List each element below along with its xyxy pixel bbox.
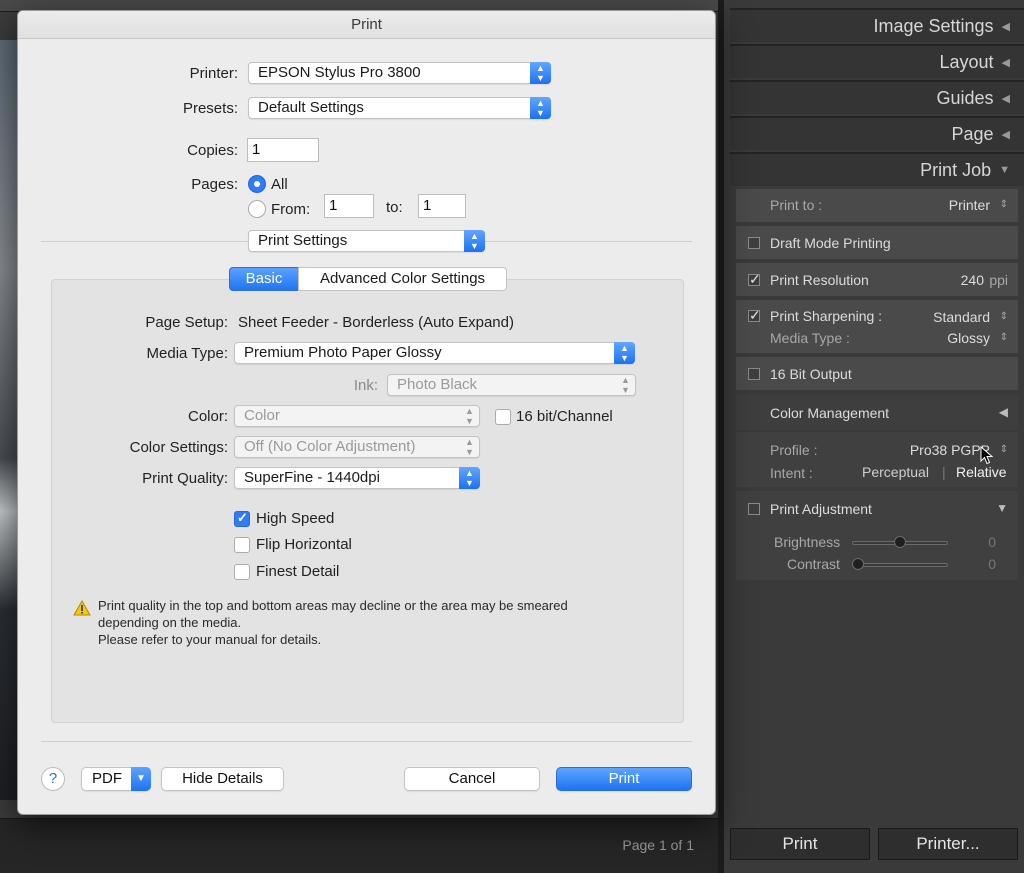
panel-select[interactable]: Print Settings ▲ ▼ xyxy=(248,230,485,252)
print-adjustment-checkbox[interactable] xyxy=(748,503,760,515)
stepper-icon: ▲ ▼ xyxy=(465,437,474,457)
print-sharpening-row[interactable]: Print Sharpening : Standard ⇕ Media Type… xyxy=(736,299,1018,353)
stepper-icon: ▲ ▼ xyxy=(464,230,485,252)
section-guides[interactable]: Guides ◀ xyxy=(730,80,1024,114)
dialog-title: Print xyxy=(18,11,715,39)
stepper-icon: ⇕ xyxy=(999,311,1008,322)
pages-all-radio[interactable] xyxy=(248,175,266,193)
mouse-cursor-icon xyxy=(980,446,994,465)
pdf-button[interactable]: PDF ▼ xyxy=(81,767,151,791)
stepper-icon: ▲ ▼ xyxy=(530,97,551,119)
stepper-icon: ▲ ▼ xyxy=(465,406,474,426)
collapse-left-icon: ◀ xyxy=(1001,20,1010,33)
bottom-toolbar: Page 1 of 1 xyxy=(0,818,718,873)
presets-select[interactable]: Default Settings ▲ ▼ xyxy=(248,97,551,119)
stepper-icon: ▲ ▼ xyxy=(614,342,635,364)
copies-field[interactable]: 1 xyxy=(247,138,319,162)
print-adjustment-row: Print Adjustment ▼ Brightness 0 Contrast… xyxy=(736,490,1018,580)
right-panel: Image Settings ◀ Layout ◀ Guides ◀ Page ◀ Pr… xyxy=(718,0,1024,873)
resolution-value[interactable]: 240 xyxy=(961,272,984,288)
tab-basic[interactable]: Basic xyxy=(229,267,299,291)
print-resolution-row[interactable]: Print Resolution 240 ppi xyxy=(736,262,1018,296)
bit-output-row[interactable]: 16 Bit Output xyxy=(736,356,1018,390)
stepper-icon: ⇕ xyxy=(999,444,1008,455)
section-layout[interactable]: Layout ◀ xyxy=(730,44,1024,78)
color-settings-select[interactable]: Off (No Color Adjustment) ▲ ▼ xyxy=(234,436,480,458)
print-button[interactable]: Print xyxy=(556,767,692,791)
expand-down-icon: ▼ xyxy=(999,164,1010,176)
pages-from-field[interactable]: 1 xyxy=(324,194,374,218)
contrast-slider-thumb[interactable] xyxy=(852,558,864,570)
high-speed-checkbox[interactable] xyxy=(234,510,250,527)
color-management-header[interactable]: Color Management ◀ xyxy=(736,394,1018,430)
stepper-icon: ▲ ▼ xyxy=(621,375,630,395)
cancel-button[interactable]: Cancel xyxy=(404,767,540,791)
stepper-icon: ⇕ xyxy=(999,199,1008,210)
tab-advanced-color-settings[interactable]: Advanced Color Settings xyxy=(298,267,507,291)
stepper-icon: ⇕ xyxy=(999,332,1008,343)
printer-select[interactable]: EPSON Stylus Pro 3800 ▲ ▼ xyxy=(248,62,551,84)
divider xyxy=(41,741,692,742)
page-indicator: Page 1 of 1 xyxy=(622,837,694,853)
stepper-icon: ▲ ▼ xyxy=(459,467,480,489)
pages-to-field[interactable]: 1 xyxy=(418,194,466,218)
finest-detail-checkbox[interactable] xyxy=(234,564,250,580)
profile-intent-row: Profile : Pro38 PGPP ⇕ Intent : Perceptu… xyxy=(736,431,1018,487)
pages-from-radio[interactable] xyxy=(248,200,266,218)
color-select[interactable]: Color ▲ ▼ xyxy=(234,405,480,427)
bit-output-checkbox[interactable] xyxy=(748,368,760,380)
stepper-icon: ▲ ▼ xyxy=(530,62,551,84)
flip-horizontal-checkbox[interactable] xyxy=(234,537,250,553)
section-page[interactable]: Page ◀ xyxy=(730,116,1024,150)
help-button[interactable]: ? xyxy=(41,767,65,791)
print-quality-select[interactable]: SuperFine - 1440dpi ▲ ▼ xyxy=(234,467,480,489)
lr-print-button[interactable]: Print xyxy=(730,828,870,860)
lr-printer-button[interactable]: Printer... xyxy=(878,828,1018,860)
section-print-job[interactable]: Print Job ▼ xyxy=(730,152,1024,186)
page-setup-value: Sheet Feeder - Borderless (Auto Expand) xyxy=(238,314,514,331)
media-type-select[interactable]: Premium Photo Paper Glossy ▲ ▼ xyxy=(234,342,635,364)
print-to-row[interactable]: Print to : Printer ⇕ xyxy=(736,188,1018,222)
chevron-down-icon: ▼ xyxy=(131,767,151,791)
print-dialog: Print Printer: EPSON Stylus Pro 3800 ▲ ▼ … xyxy=(17,10,716,815)
warning-icon xyxy=(73,600,91,616)
intent-perceptual[interactable]: Perceptual xyxy=(862,464,929,480)
print-sharpening-checkbox[interactable] xyxy=(748,307,761,324)
contrast-slider[interactable] xyxy=(852,563,948,567)
brightness-slider-thumb[interactable] xyxy=(894,536,906,548)
ink-select[interactable]: Photo Black ▲ ▼ xyxy=(387,374,636,396)
collapse-left-icon: ◀ xyxy=(1001,92,1010,105)
warning-text: Print quality in the top and bottom area… xyxy=(98,598,568,647)
draft-mode-checkbox[interactable] xyxy=(748,237,760,249)
expand-down-icon: ▼ xyxy=(996,501,1008,515)
section-image-settings[interactable]: Image Settings ◀ xyxy=(730,8,1024,42)
bit16-checkbox[interactable] xyxy=(495,409,511,425)
intent-relative[interactable]: Relative xyxy=(956,464,1007,480)
print-resolution-checkbox[interactable] xyxy=(748,271,761,288)
draft-mode-row[interactable]: Draft Mode Printing xyxy=(736,225,1018,259)
profile-select[interactable]: Pro38 PGPP xyxy=(910,442,990,458)
intent-separator: | xyxy=(942,464,946,480)
hide-details-button[interactable]: Hide Details xyxy=(161,767,284,791)
collapse-left-icon: ◀ xyxy=(998,405,1008,419)
collapse-left-icon: ◀ xyxy=(1001,56,1010,69)
collapse-left-icon: ◀ xyxy=(1001,128,1010,141)
